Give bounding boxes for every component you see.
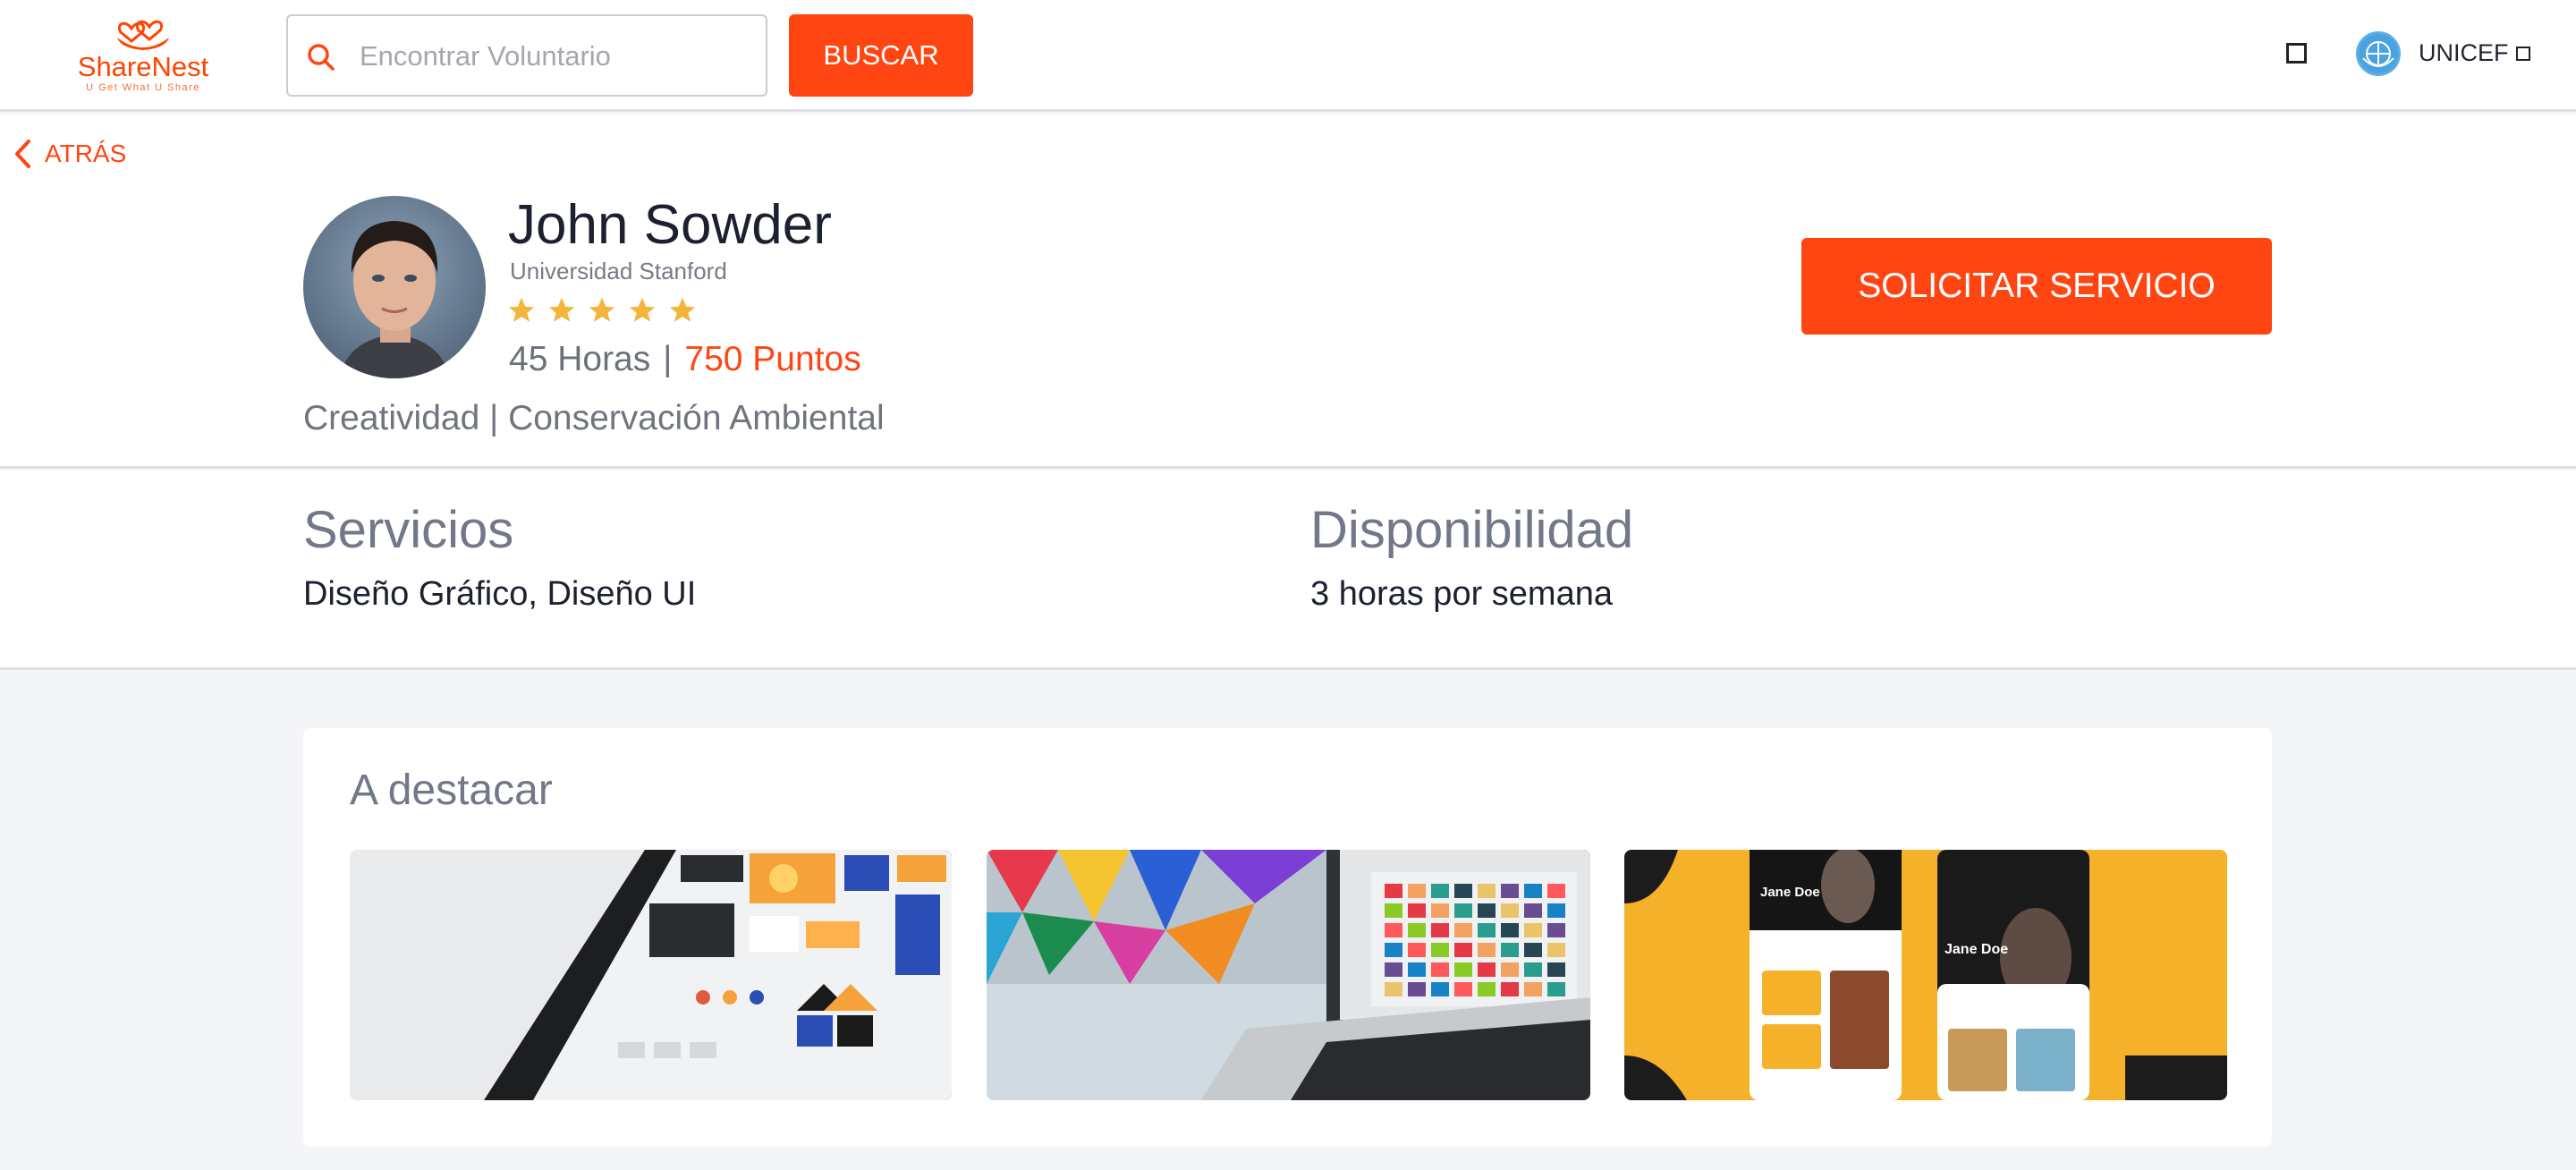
back-label: ATRÁS: [45, 140, 127, 167]
featured-image-tablet-design[interactable]: [350, 850, 952, 1100]
star-icon: [669, 297, 696, 322]
availability-title: Disponibilidad: [1310, 501, 1634, 559]
search-box[interactable]: [286, 14, 767, 97]
star-icon: [508, 297, 535, 322]
featured-image-laptop-pattern[interactable]: [987, 850, 1590, 1100]
services-title: Servicios: [303, 501, 514, 559]
logo-name: ShareNest: [77, 51, 209, 82]
profile-name: John Sowder: [508, 194, 832, 256]
search-icon: [308, 44, 335, 71]
request-service-button[interactable]: SOLICITAR SERVICIO: [1801, 238, 2272, 335]
square-caret-icon[interactable]: [2516, 47, 2530, 61]
card-name-1: Jane Doe: [1760, 885, 1820, 900]
search-input[interactable]: [358, 36, 755, 77]
star-icon: [548, 297, 575, 322]
nest-hearts-icon: [117, 20, 169, 50]
availability-value: 3 horas por semana: [1310, 575, 1613, 613]
info-section: Servicios Diseño Gráfico, Diseño UI Disp…: [0, 470, 2576, 670]
globe-emblem-icon[interactable]: [2356, 31, 2401, 76]
app-logo[interactable]: ShareNest U Get What U Share: [63, 16, 224, 101]
featured-card: A destacar Jane Doe Jane Doe: [303, 728, 2272, 1147]
hours-value: 45 Horas: [509, 340, 651, 378]
rating-stars: [506, 295, 698, 326]
featured-image-mobile-app[interactable]: Jane Doe Jane Doe: [1624, 850, 2227, 1100]
profile-school: Universidad Stanford: [510, 258, 727, 284]
chevron-left-icon: [15, 140, 30, 168]
org-name[interactable]: UNICEF: [2419, 39, 2509, 67]
square-icon[interactable]: [2286, 43, 2307, 64]
services-value: Diseño Gráfico, Diseño UI: [303, 575, 697, 613]
top-bar: ShareNest U Get What U Share BUSCAR UNIC…: [0, 0, 2576, 112]
points-value: 750 Puntos: [684, 340, 861, 378]
profile-stats: 45 Horas | 750 Puntos: [509, 340, 861, 379]
stat-separator: |: [663, 340, 673, 378]
logo-tagline: U Get What U Share: [86, 82, 200, 93]
star-icon: [629, 297, 656, 322]
search-button[interactable]: BUSCAR: [789, 14, 973, 97]
featured-title: A destacar: [350, 767, 553, 814]
card-name-2: Jane Doe: [1945, 942, 2008, 957]
back-link[interactable]: ATRÁS: [13, 139, 126, 169]
avatar: [303, 196, 486, 378]
profile-interests: Creatividad | Conservación Ambiental: [303, 399, 885, 437]
star-icon: [589, 297, 615, 322]
